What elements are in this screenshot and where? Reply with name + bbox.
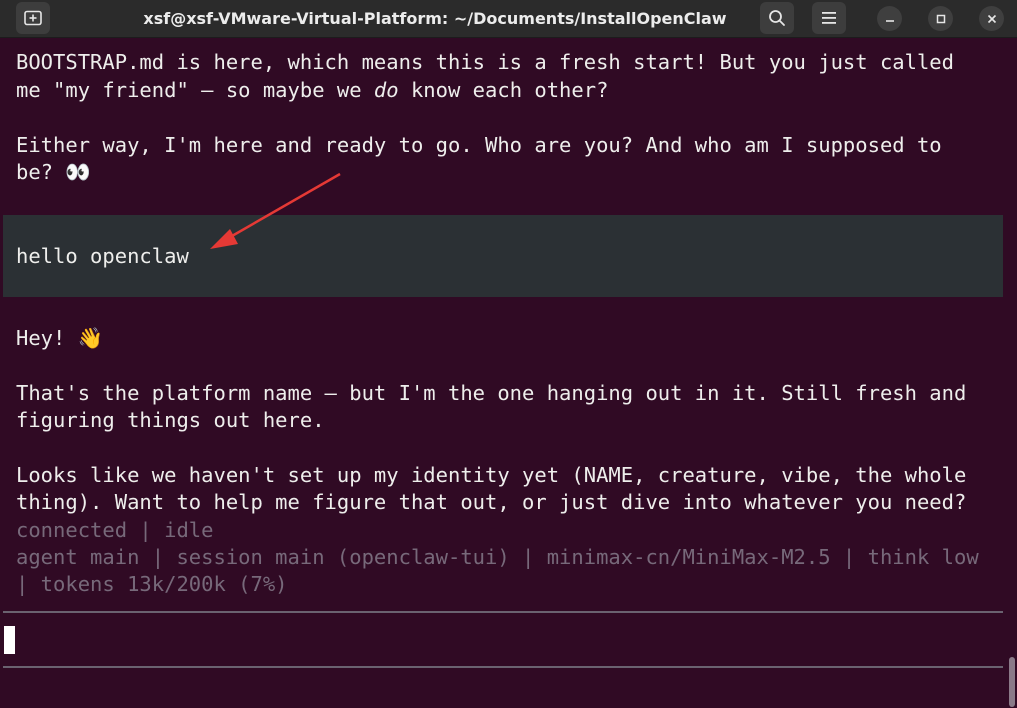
assistant-message-line: That's the platform name — but I'm the o… [16, 381, 967, 405]
session-info-line: agent main | session main (openclaw-tui)… [16, 545, 979, 569]
connection-status: connected | idle [16, 518, 214, 542]
input-bottom-divider [3, 666, 1003, 668]
assistant-message-line: me "my friend" — so maybe we do know eac… [16, 77, 608, 104]
eyes-emoji: 👀 [65, 160, 91, 184]
maximize-button[interactable] [928, 6, 953, 31]
waving-hand-emoji: 👋 [77, 326, 104, 350]
terminal-window: xsf@xsf-VMware-Virtual-Platform: ~/Docum… [0, 0, 1017, 708]
window-title: xsf@xsf-VMware-Virtual-Platform: ~/Docum… [143, 9, 727, 28]
text-segment: Hey! [16, 326, 66, 350]
assistant-message-line: thing). Want to help me figure that out,… [16, 490, 967, 514]
text-segment: know each other? [398, 78, 609, 102]
user-message-text: hello openclaw [16, 244, 189, 268]
assistant-message-line: figuring things out here. [16, 408, 325, 432]
minimize-button[interactable] [877, 6, 902, 31]
menu-button[interactable] [812, 2, 846, 34]
terminal-output: BOOTSTRAP.md is here, which means this i… [0, 37, 1017, 708]
hamburger-menu-icon [822, 12, 836, 24]
assistant-message-line: BOOTSTRAP.md is here, which means this i… [16, 50, 954, 74]
search-icon [769, 10, 785, 26]
assistant-message-line: be? 👀 [16, 159, 91, 186]
assistant-message-line: Hey! 👋 [16, 325, 103, 352]
user-message-block: hello openclaw [3, 215, 1003, 297]
text-segment: me "my friend" — so maybe we [16, 78, 374, 102]
prompt-input[interactable] [3, 615, 1003, 665]
input-top-divider [3, 611, 1003, 613]
scrollbar-thumb[interactable] [1009, 657, 1015, 707]
close-button[interactable] [979, 6, 1004, 31]
assistant-message-line: Either way, I'm here and ready to go. Wh… [16, 133, 942, 157]
maximize-icon [936, 14, 945, 23]
new-tab-button[interactable] [16, 2, 50, 34]
text-cursor [4, 626, 15, 654]
search-button[interactable] [760, 2, 794, 34]
new-tab-icon [24, 10, 42, 26]
assistant-message-line: Looks like we haven't set up my identity… [16, 463, 967, 487]
minimize-icon [885, 19, 894, 22]
text-segment: be? [16, 160, 54, 184]
session-info-line: | tokens 13k/200k (7%) [16, 572, 288, 596]
emphasis-text: do [373, 78, 399, 102]
title-bar: xsf@xsf-VMware-Virtual-Platform: ~/Docum… [0, 0, 1017, 38]
close-icon [987, 14, 996, 23]
